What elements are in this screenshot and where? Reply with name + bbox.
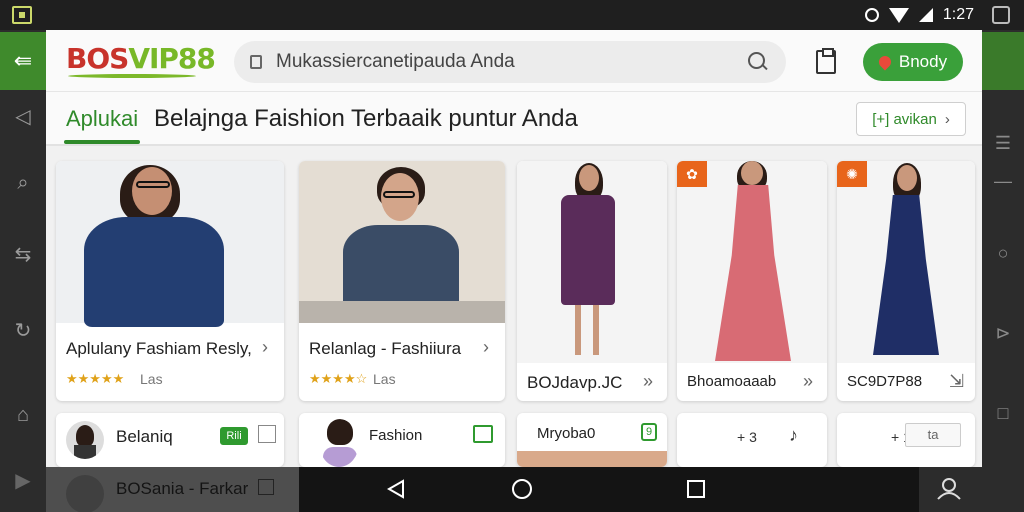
chevron-right-icon: › [944, 110, 950, 128]
rating-stars: ★★★★★ [66, 371, 125, 386]
brand-logo[interactable]: BOSVIP88 [66, 42, 216, 75]
list-item[interactable]: + 1 ta [837, 413, 975, 467]
nav-recents-icon[interactable] [687, 480, 705, 498]
product-card[interactable]: ✺ SC9D7P88 ⇲ [837, 161, 975, 401]
list-item-title: Mryoba0 [537, 425, 596, 442]
preview-title: BOSania - Farkar [116, 479, 249, 498]
chevron-right-icon[interactable]: › [262, 337, 268, 358]
nav-extension [919, 467, 1024, 512]
nav-icons [386, 479, 705, 499]
product-image [517, 451, 667, 467]
logo-swoosh [68, 74, 196, 78]
product-image: ✿ [677, 161, 827, 363]
product-card[interactable]: ✿ Bhoamoaaab » [677, 161, 827, 401]
product-title: Aplulany Fashiam Resly, [66, 339, 252, 358]
lock-icon [250, 55, 262, 69]
tab-apps[interactable]: Aplukai [66, 106, 138, 132]
nfc-icon [864, 8, 879, 22]
right-rail: ☰ — ○ ⊳ □ [982, 30, 1024, 512]
product-image [517, 161, 667, 363]
location-pin-icon [876, 53, 894, 71]
product-label: Las [373, 371, 396, 387]
search-input[interactable] [276, 51, 746, 73]
back-arrow-icon[interactable]: ⇚ [0, 32, 46, 90]
product-image: ✺ [837, 161, 975, 363]
circle-icon[interactable]: ○ [992, 242, 1014, 264]
promo-badge-icon: ✿ [677, 161, 707, 187]
home-icon[interactable]: ⌂ [12, 404, 34, 426]
wifi-icon [888, 7, 909, 23]
share-icon[interactable]: ⇆ [12, 244, 34, 266]
tab-indicator [64, 140, 140, 144]
sub-header: Aplukai Belajnga Faishion Terbaaik puntu… [46, 92, 982, 146]
share-icon[interactable]: ⇲ [949, 371, 964, 392]
top-bar: BOSVIP88 Bnody [46, 30, 982, 92]
tag-chip[interactable]: ta [905, 423, 961, 447]
avatar [319, 419, 359, 467]
window-icon[interactable] [258, 479, 274, 495]
page-title: Belajnga Faishion Terbaaik puntur Anda [154, 105, 578, 132]
product-card[interactable]: Relanlag - Fashiiura › ★★★★☆ Las [299, 161, 505, 401]
clipboard-icon[interactable] [816, 48, 836, 74]
minus-icon[interactable]: — [992, 170, 1014, 192]
notification-icon [12, 6, 32, 24]
product-title: Bhoamoaaab [687, 373, 777, 390]
account-svg [937, 478, 961, 500]
navigation-bar [299, 467, 919, 512]
list-item-title: Fashion [369, 427, 423, 444]
product-title: SC9D7P88 [847, 373, 923, 390]
volume-icon[interactable]: ◁ [12, 106, 34, 128]
left-rail: ⇚ ◁ ⌕ ⇆ ↻ ⌂ ▶ [0, 30, 46, 512]
chevron-right-icon[interactable]: » [643, 371, 653, 392]
recent-app-preview[interactable]: BOSania - Farkar [46, 467, 299, 512]
product-card[interactable]: Aplulany Fashiam Resly, › ★★★★★ Las [56, 161, 284, 401]
square-icon[interactable]: □ [992, 402, 1014, 424]
tag-badge: Rili [220, 427, 248, 445]
product-title: Relanlag - Fashiiura [309, 339, 462, 358]
right-rail-accent [982, 32, 1024, 90]
app-window: BOSVIP88 Bnody Aplukai Belajnga Faishion… [46, 30, 982, 467]
product-image [299, 161, 505, 323]
list-item[interactable]: Mryoba0 9 [517, 413, 667, 467]
refresh-icon[interactable]: ↻ [12, 320, 34, 342]
search-bar[interactable] [234, 41, 786, 83]
screenshot-icon [992, 6, 1010, 24]
product-label: Las [140, 371, 163, 387]
filter-button[interactable]: [+] avikan › [856, 102, 966, 136]
nav-back-icon[interactable] [386, 479, 404, 499]
chevron-right-icon[interactable]: » [803, 371, 813, 392]
music-note-icon[interactable]: ♪ [789, 425, 798, 446]
tag-badge: 9 [641, 423, 657, 441]
product-image [56, 161, 284, 327]
image-icon[interactable] [258, 425, 276, 443]
play-icon[interactable]: ▶ [12, 470, 34, 492]
promo-badge-icon: ✺ [837, 161, 867, 187]
account-icon[interactable] [942, 478, 956, 492]
screen: 1:27 ⇚ ◁ ⌕ ⇆ ↻ ⌂ ▶ ☰ — ○ ⊳ □ BOSVIP88 Mu… [0, 0, 1024, 512]
search-icon[interactable] [746, 50, 770, 74]
ready-button[interactable]: Bnody [863, 43, 963, 81]
list-icon[interactable]: ☰ [992, 132, 1014, 154]
list-item-meta: + 3 [737, 429, 757, 445]
avatar [66, 475, 104, 512]
list-item-title: Belaniq [116, 427, 173, 446]
rating-stars: ★★★★☆ [309, 371, 368, 386]
avatar [66, 421, 104, 459]
nav-home-icon[interactable] [512, 479, 532, 499]
chat-icon[interactable] [473, 425, 493, 443]
signal-icon [918, 8, 933, 22]
product-card[interactable]: BOJdavp.JC » [517, 161, 667, 401]
search-icon[interactable]: ⌕ [12, 172, 34, 194]
rotate-icon[interactable]: ⊳ [992, 322, 1014, 344]
chevron-right-icon[interactable]: › [483, 337, 489, 358]
status-time: 1:27 [942, 6, 974, 23]
list-item[interactable]: Belaniq Rili [56, 413, 284, 467]
list-item[interactable]: + 3 ♪ [677, 413, 827, 467]
status-bar: 1:27 [0, 0, 1024, 30]
product-title: BOJdavp.JC [527, 373, 623, 392]
list-item[interactable]: Fashion [299, 413, 505, 467]
